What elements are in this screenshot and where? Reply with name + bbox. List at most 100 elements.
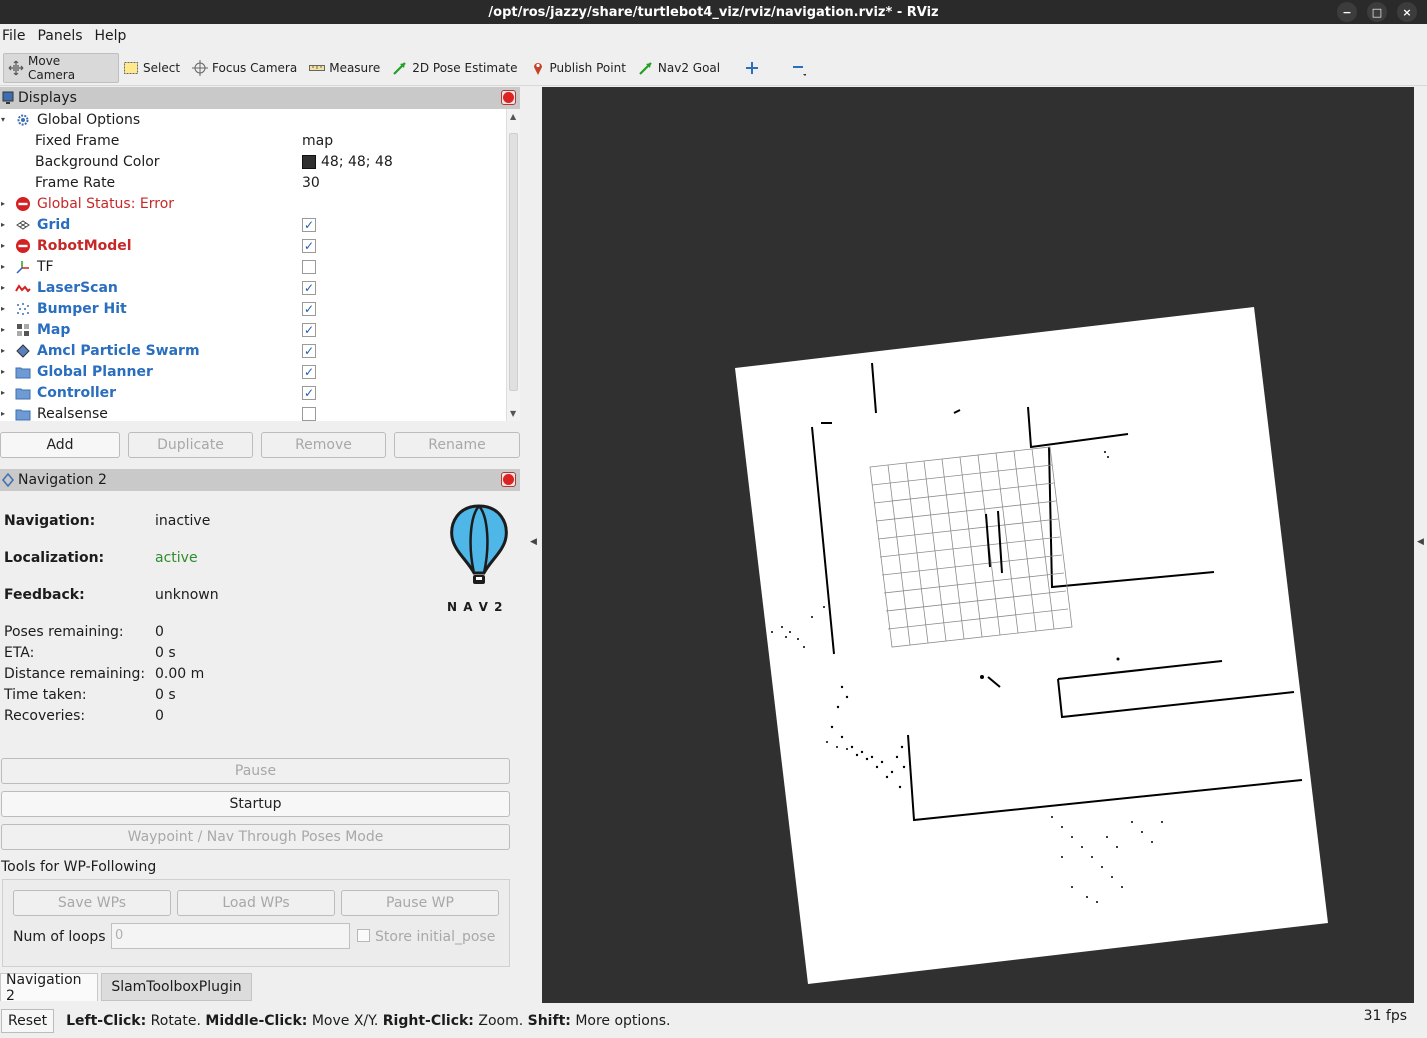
num-loops-input[interactable]: 0 [111,923,350,949]
feedback-value: unknown [155,587,219,603]
localization-value: active [155,550,198,566]
minimize-button[interactable]: − [1337,2,1357,22]
expand-arrow-icon[interactable]: ▸ [1,199,5,208]
right-dock-edge[interactable]: ◀ [1414,87,1427,1003]
particle-swarm-icon [15,343,31,359]
display-item-realsense[interactable]: ▸ Realsense [0,403,506,421]
expand-arrow-icon[interactable]: ▸ [1,220,5,229]
display-checkbox[interactable]: ✓ [302,238,316,253]
displays-scrollbar[interactable]: ▲ ▼ [506,109,520,421]
background-color-text: 48; 48; 48 [321,153,393,170]
display-item-global-planner[interactable]: ▸ Global Planner ✓ [0,361,506,382]
background-color-row[interactable]: Background Color 48; 48; 48 [0,151,506,172]
select-tool[interactable]: Select [119,53,188,83]
focus-camera-icon [192,59,209,76]
display-item-bumper-hit[interactable]: ▸ Bumper Hit ✓ [0,298,506,319]
display-item-robotmodel[interactable]: ▸ RobotModel ✓ [0,235,506,256]
expand-arrow-icon[interactable]: ▸ [1,388,5,397]
pose-estimate-tool[interactable]: 2D Pose Estimate [388,53,525,83]
measure-tool[interactable]: Measure [305,53,388,83]
display-item-map[interactable]: ▸ Map ✓ [0,319,506,340]
display-item-label: Bumper Hit [37,300,127,317]
green-arrow-icon [392,60,408,76]
display-checkbox[interactable]: ✓ [302,385,316,400]
expand-arrow-icon[interactable]: ▸ [1,346,5,355]
collapse-arrow-icon[interactable]: ▾ [1,115,5,124]
frame-rate-row[interactable]: Frame Rate 30 [0,172,506,193]
expand-arrow-icon[interactable]: ▸ [1,367,5,376]
pause-button[interactable]: Pause [1,758,510,784]
menu-help[interactable]: Help [93,28,133,44]
display-item-laserscan[interactable]: ▸ LaserScan ✓ [0,277,506,298]
expand-arrow-icon[interactable]: ▸ [1,304,5,313]
expand-right-icon[interactable]: ◀ [1417,537,1424,547]
folder-icon [15,385,31,401]
fps-readout: 31 fps [1363,1008,1407,1024]
nav2-goal-tool[interactable]: Nav2 Goal [634,53,728,83]
display-item-tf[interactable]: ▸ TF [0,256,506,277]
displays-close-button[interactable] [501,90,516,105]
poses-remaining-label: Poses remaining: [4,624,124,640]
publish-point-tool[interactable]: Publish Point [526,53,634,83]
pause-wp-button[interactable]: Pause WP [341,890,499,916]
display-checkbox[interactable]: ✓ [302,343,316,358]
remove-tool-button[interactable] [786,53,814,83]
dock-splitter[interactable]: ◀ [520,87,542,1003]
add-button[interactable]: Add [0,432,120,458]
display-checkbox[interactable] [302,406,316,421]
window-titlebar: /opt/ros/jazzy/share/turtlebot4_viz/rviz… [0,0,1427,24]
scroll-down-icon[interactable]: ▼ [510,409,516,418]
close-button[interactable]: × [1397,2,1417,22]
expand-arrow-icon[interactable]: ▸ [1,262,5,271]
display-checkbox[interactable]: ✓ [302,301,316,316]
frame-rate-value[interactable]: 30 [302,175,320,191]
expand-arrow-icon[interactable]: ▸ [1,409,5,418]
move-camera-tool[interactable]: Move Camera [3,52,119,83]
expand-arrow-icon[interactable]: ▸ [1,325,5,334]
display-checkbox[interactable]: ✓ [302,322,316,337]
expand-arrow-icon[interactable]: ▸ [1,283,5,292]
diamond-icon [2,473,14,487]
background-color-value[interactable]: 48; 48; 48 [302,154,393,170]
reset-button[interactable]: Reset [1,1009,55,1033]
display-item-grid[interactable]: ▸ Grid ✓ [0,214,506,235]
scroll-up-icon[interactable]: ▲ [510,112,516,121]
display-checkbox[interactable]: ✓ [302,217,316,232]
save-wps-button[interactable]: Save WPs [13,890,171,916]
render-viewport[interactable] [542,87,1414,1003]
nav2-close-button[interactable] [501,472,516,487]
duplicate-button[interactable]: Duplicate [128,432,253,458]
bottom-tab-bar: Navigation 2 SlamToolboxPlugin [0,972,520,1004]
select-icon [123,60,139,76]
display-checkbox[interactable]: ✓ [302,280,316,295]
menu-file[interactable]: File [0,28,31,44]
nav2-panel-header: Navigation 2 [0,469,520,491]
remove-button[interactable]: Remove [261,432,386,458]
fixed-frame-row[interactable]: Fixed Frame map [0,130,506,151]
display-checkbox[interactable]: ✓ [302,364,316,379]
tab-slam-toolbox[interactable]: SlamToolboxPlugin [101,973,252,1001]
collapse-left-icon[interactable]: ◀ [530,537,537,547]
rename-button[interactable]: Rename [394,432,520,458]
global-status-row[interactable]: ▸ Global Status: Error [0,193,506,214]
add-tool-button[interactable] [740,53,768,83]
nav2-logo-text: N A V 2 [447,600,504,614]
global-options-row[interactable]: ▾ Global Options [0,109,506,130]
display-item-amcl-particle-swarm[interactable]: ▸ Amcl Particle Swarm ✓ [0,340,506,361]
menu-panels[interactable]: Panels [35,28,88,44]
folder-icon [15,364,31,380]
focus-camera-tool[interactable]: Focus Camera [188,53,305,83]
maximize-button[interactable]: □ [1367,2,1387,22]
num-loops-label: Num of loops [13,929,106,945]
display-item-controller[interactable]: ▸ Controller ✓ [0,382,506,403]
waypoint-mode-button[interactable]: Waypoint / Nav Through Poses Mode [1,824,510,850]
store-initial-pose-checkbox[interactable] [357,929,370,942]
display-checkbox[interactable] [302,259,316,274]
fixed-frame-value[interactable]: map [302,133,333,149]
startup-button[interactable]: Startup [1,791,510,817]
tab-navigation-2[interactable]: Navigation 2 [0,972,98,1004]
expand-arrow-icon[interactable]: ▸ [1,241,5,250]
load-wps-button[interactable]: Load WPs [177,890,335,916]
right-click-key: Right-Click: [382,1013,474,1029]
scrollbar-thumb[interactable] [509,133,518,391]
